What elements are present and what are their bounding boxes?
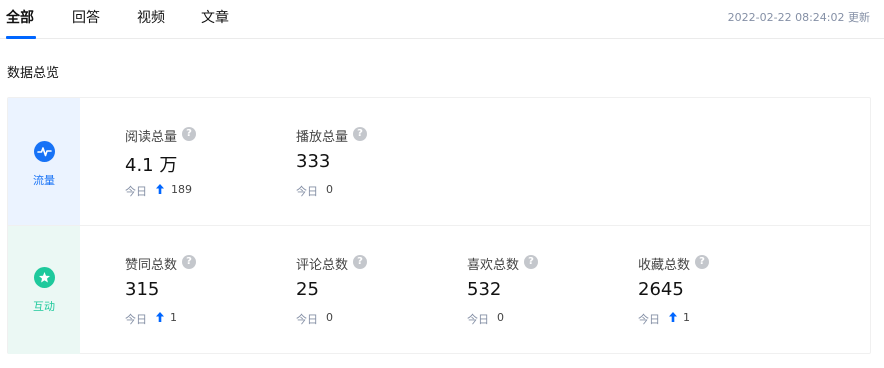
stat-label: 收藏总数 <box>638 258 691 273</box>
traffic-category: 流量 <box>8 98 80 225</box>
tab-answers[interactable]: 回答 <box>72 7 100 27</box>
tab-all[interactable]: 全部 <box>6 7 34 27</box>
arrow-up-icon <box>156 184 164 194</box>
today-label: 今日 <box>296 185 318 198</box>
stat-label: 阅读总量 <box>125 130 178 145</box>
help-icon[interactable]: ? <box>353 255 367 269</box>
today-label: 今日 <box>125 185 147 198</box>
stat-value: 532 <box>467 279 502 300</box>
stat-value: 2645 <box>638 279 684 300</box>
stat-label: 喜欢总数 <box>467 258 520 273</box>
tab-bar: 全部 回答 视频 文章 2022-02-22 08:24:02 更新 <box>0 0 884 39</box>
stat-plays: 播放总量 ? 333 今日 0 <box>296 126 446 206</box>
stat-value: 4.1 万 <box>125 155 178 176</box>
help-icon[interactable]: ? <box>524 255 538 269</box>
today-value: 1 <box>683 311 690 324</box>
stat-likes: 喜欢总数 ? 532 今日 0 <box>467 254 617 334</box>
stat-label: 赞同总数 <box>125 258 178 273</box>
today-label: 今日 <box>638 313 660 326</box>
interaction-label: 互动 <box>33 300 55 313</box>
traffic-label: 流量 <box>33 174 55 187</box>
today-label: 今日 <box>296 313 318 326</box>
tab-articles[interactable]: 文章 <box>201 7 229 27</box>
help-icon[interactable]: ? <box>353 127 367 141</box>
today-value: 1 <box>170 311 177 324</box>
help-icon[interactable]: ? <box>182 127 196 141</box>
data-overview-panel: 流量 阅读总量 ? 4.1 万 今日 189 播放总量 ? 333 今日 0 互… <box>7 97 871 354</box>
stat-favorites: 收藏总数 ? 2645 今日 1 <box>638 254 788 334</box>
stat-reads: 阅读总量 ? 4.1 万 今日 189 <box>125 126 275 206</box>
today-label: 今日 <box>125 313 147 326</box>
stat-value: 333 <box>296 151 331 172</box>
interaction-category: 互动 <box>8 226 80 354</box>
traffic-row: 流量 阅读总量 ? 4.1 万 今日 189 播放总量 ? 333 今日 0 <box>8 98 870 226</box>
today-value: 0 <box>326 311 333 324</box>
last-updated: 2022-02-22 08:24:02 更新 <box>727 11 870 24</box>
today-value: 0 <box>326 183 333 196</box>
stat-comments: 评论总数 ? 25 今日 0 <box>296 254 446 334</box>
star-icon <box>34 267 55 288</box>
today-value: 0 <box>497 311 504 324</box>
section-title: 数据总览 <box>7 66 60 81</box>
arrow-up-icon <box>669 312 677 322</box>
stat-value: 25 <box>296 279 319 300</box>
tab-videos[interactable]: 视频 <box>137 7 165 27</box>
active-tab-indicator <box>6 36 36 39</box>
stat-label: 播放总量 <box>296 130 349 145</box>
today-label: 今日 <box>467 313 489 326</box>
stat-upvotes: 赞同总数 ? 315 今日 1 <box>125 254 275 334</box>
activity-icon <box>34 141 55 162</box>
stat-value: 315 <box>125 279 160 300</box>
stat-label: 评论总数 <box>296 258 349 273</box>
today-value: 189 <box>171 183 192 196</box>
help-icon[interactable]: ? <box>695 255 709 269</box>
arrow-up-icon <box>156 312 164 322</box>
interaction-row: 互动 赞同总数 ? 315 今日 1 评论总数 ? 25 今日 0 喜欢总数 ?… <box>8 226 870 354</box>
help-icon[interactable]: ? <box>182 255 196 269</box>
